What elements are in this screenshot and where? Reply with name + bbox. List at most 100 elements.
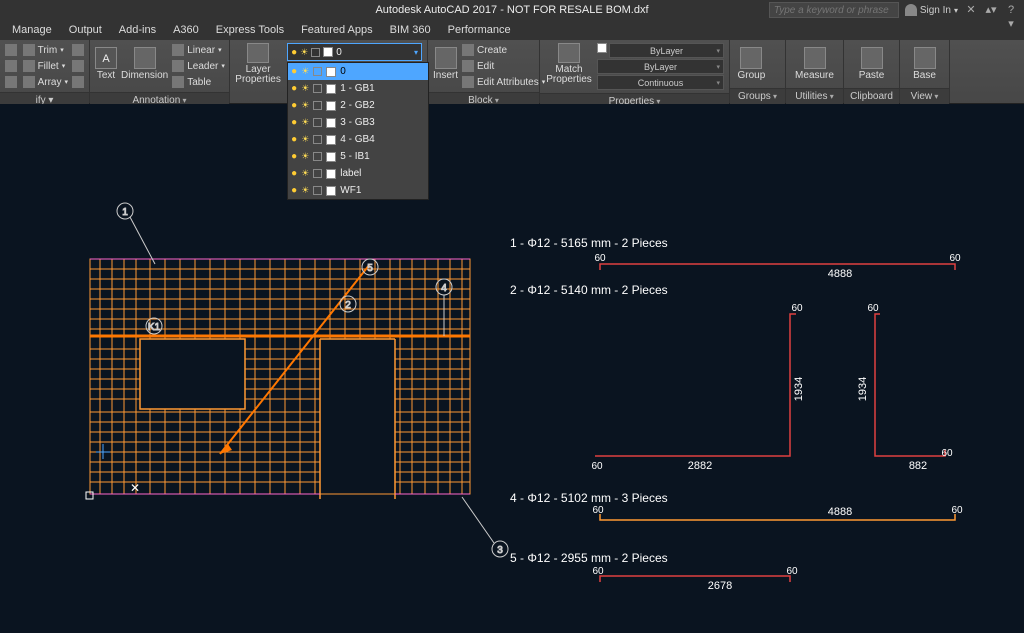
bulb-icon: ● bbox=[291, 151, 297, 162]
lineweight-dropdown[interactable]: ByLayer bbox=[597, 59, 724, 74]
leader-button[interactable]: Leader▾ bbox=[172, 59, 225, 73]
color-swatch[interactable] bbox=[597, 43, 607, 53]
exchange-icon[interactable]: ✕ bbox=[964, 3, 978, 17]
svg-text:2882: 2882 bbox=[688, 460, 712, 472]
group-button[interactable]: Group bbox=[735, 43, 768, 85]
trim-button[interactable]: Trim▾ bbox=[23, 43, 68, 57]
gen-icon[interactable] bbox=[772, 55, 780, 65]
text-button[interactable]: A Text bbox=[95, 43, 117, 85]
bulb-icon: ● bbox=[291, 185, 297, 196]
color-swatch bbox=[326, 152, 336, 162]
panel-groups-label[interactable]: Groups bbox=[730, 88, 785, 104]
trim-icon bbox=[23, 44, 35, 56]
bulb-icon: ● bbox=[291, 117, 297, 128]
svg-text:2678: 2678 bbox=[708, 580, 732, 592]
panel-clipboard-label[interactable]: Clipboard bbox=[844, 88, 899, 104]
tab-addins[interactable]: Add-ins bbox=[111, 22, 164, 38]
insert-button[interactable]: Insert bbox=[433, 43, 458, 85]
layer-option[interactable]: ●☀1 - GB1 bbox=[288, 80, 428, 97]
table-button[interactable]: Table bbox=[172, 75, 225, 89]
color-swatch bbox=[326, 135, 336, 145]
gen-icon[interactable] bbox=[772, 43, 780, 53]
edit-attributes-button[interactable]: Edit Attributes▾ bbox=[462, 75, 545, 89]
gen-icon[interactable] bbox=[772, 67, 780, 77]
drawing-canvas[interactable]: ✕ 1 5 2 4 3 K1 1 - Φ12 - 5165 mm - 2 Pie… bbox=[0, 104, 1024, 630]
ribbon: Trim▾ Fillet▾ Array▾ ify ▾ A Text Dimens… bbox=[0, 40, 1024, 104]
svg-text:K1: K1 bbox=[148, 322, 161, 333]
fillet-button[interactable]: Fillet▾ bbox=[23, 59, 68, 73]
lock-icon bbox=[313, 169, 322, 178]
tab-manage[interactable]: Manage bbox=[4, 22, 60, 38]
svg-text:60: 60 bbox=[592, 566, 604, 577]
match-properties-button[interactable]: Match Properties bbox=[545, 43, 593, 85]
color-swatch bbox=[326, 101, 336, 111]
measure-button[interactable]: Measure bbox=[791, 43, 838, 85]
text-icon: A bbox=[95, 47, 117, 69]
svg-text:1: 1 bbox=[122, 207, 128, 218]
svg-text:1934: 1934 bbox=[793, 377, 805, 401]
lock-icon bbox=[313, 101, 322, 110]
stayconnected-icon[interactable]: ▴▾ bbox=[984, 3, 998, 17]
sun-icon: ☀ bbox=[301, 185, 309, 196]
panel-utilities-label[interactable]: Utilities bbox=[786, 88, 843, 104]
signin-button[interactable]: Sign In▾ bbox=[905, 4, 958, 16]
sun-icon: ☀ bbox=[301, 117, 309, 128]
stretch-icon bbox=[5, 76, 17, 88]
color-swatch bbox=[323, 47, 333, 57]
erase-button[interactable] bbox=[5, 43, 19, 57]
svg-text:5 - Φ12 - 2955 mm - 2 Pieces: 5 - Φ12 - 2955 mm - 2 Pieces bbox=[510, 551, 668, 565]
paste-button[interactable]: Paste bbox=[849, 43, 894, 85]
array-button[interactable]: Array▾ bbox=[23, 75, 68, 89]
tab-bim360[interactable]: BIM 360 bbox=[382, 22, 439, 38]
tab-output[interactable]: Output bbox=[61, 22, 110, 38]
layer-option[interactable]: ●☀0 bbox=[288, 63, 428, 80]
panel-view-label[interactable]: View bbox=[900, 88, 949, 104]
svg-text:60: 60 bbox=[594, 253, 606, 264]
svg-text:4: 4 bbox=[441, 283, 447, 294]
tab-performance[interactable]: Performance bbox=[440, 22, 519, 38]
layer-option[interactable]: ●☀2 - GB2 bbox=[288, 97, 428, 114]
create-icon bbox=[462, 44, 474, 56]
sun-icon: ☀ bbox=[301, 100, 309, 111]
base-icon bbox=[914, 47, 936, 69]
layer-option[interactable]: ●☀label bbox=[288, 165, 428, 182]
edit-block-button[interactable]: Edit bbox=[462, 59, 545, 73]
lock-icon bbox=[313, 152, 322, 161]
editattr-icon bbox=[462, 76, 474, 88]
gen-icon bbox=[72, 60, 84, 72]
fillet-icon bbox=[23, 60, 35, 72]
modify-extra-3[interactable] bbox=[72, 75, 84, 89]
svg-text:4 - Φ12 - 5102 mm - 3 Pieces: 4 - Φ12 - 5102 mm - 3 Pieces bbox=[510, 491, 668, 505]
help-icon[interactable]: ? ▾ bbox=[1004, 3, 1018, 17]
layer-option[interactable]: ●☀5 - IB1 bbox=[288, 148, 428, 165]
svg-text:4888: 4888 bbox=[828, 506, 852, 518]
layer-dropdown-list: ●☀0●☀1 - GB1●☀2 - GB2●☀3 - GB3●☀4 - GB4●… bbox=[287, 62, 429, 200]
create-block-button[interactable]: Create bbox=[462, 43, 545, 57]
color-swatch bbox=[326, 118, 336, 128]
modify-extra-1[interactable] bbox=[72, 43, 84, 57]
layer-option[interactable]: ●☀4 - GB4 bbox=[288, 131, 428, 148]
lock-icon bbox=[313, 135, 322, 144]
modify-extra-2[interactable] bbox=[72, 59, 84, 73]
tab-a360[interactable]: A360 bbox=[165, 22, 207, 38]
sun-icon: ☀ bbox=[301, 151, 309, 162]
copy-button[interactable] bbox=[5, 59, 19, 73]
dimension-button[interactable]: Dimension bbox=[121, 43, 168, 85]
layer-option[interactable]: ●☀WF1 bbox=[288, 182, 428, 199]
lock-icon bbox=[313, 84, 322, 93]
stretch-button[interactable] bbox=[5, 75, 19, 89]
color-dropdown[interactable]: ByLayer bbox=[609, 43, 724, 58]
bulb-icon: ● bbox=[291, 100, 297, 111]
tab-expresstools[interactable]: Express Tools bbox=[208, 22, 292, 38]
svg-text:60: 60 bbox=[592, 505, 604, 516]
linear-button[interactable]: Linear▾ bbox=[172, 43, 225, 57]
base-button[interactable]: Base bbox=[905, 43, 944, 85]
layer-dropdown[interactable]: ● ☀ 0 ▾ ●☀0●☀1 - GB1●☀2 - GB2●☀3 - GB3●☀… bbox=[287, 43, 422, 61]
layer-properties-button[interactable]: Layer Properties bbox=[235, 43, 281, 85]
layers-icon bbox=[247, 43, 269, 63]
help-search-input[interactable] bbox=[769, 2, 899, 18]
copy-icon bbox=[5, 60, 17, 72]
linetype-dropdown[interactable]: Continuous bbox=[597, 75, 724, 90]
layer-option[interactable]: ●☀3 - GB3 bbox=[288, 114, 428, 131]
tab-featuredapps[interactable]: Featured Apps bbox=[293, 22, 381, 38]
